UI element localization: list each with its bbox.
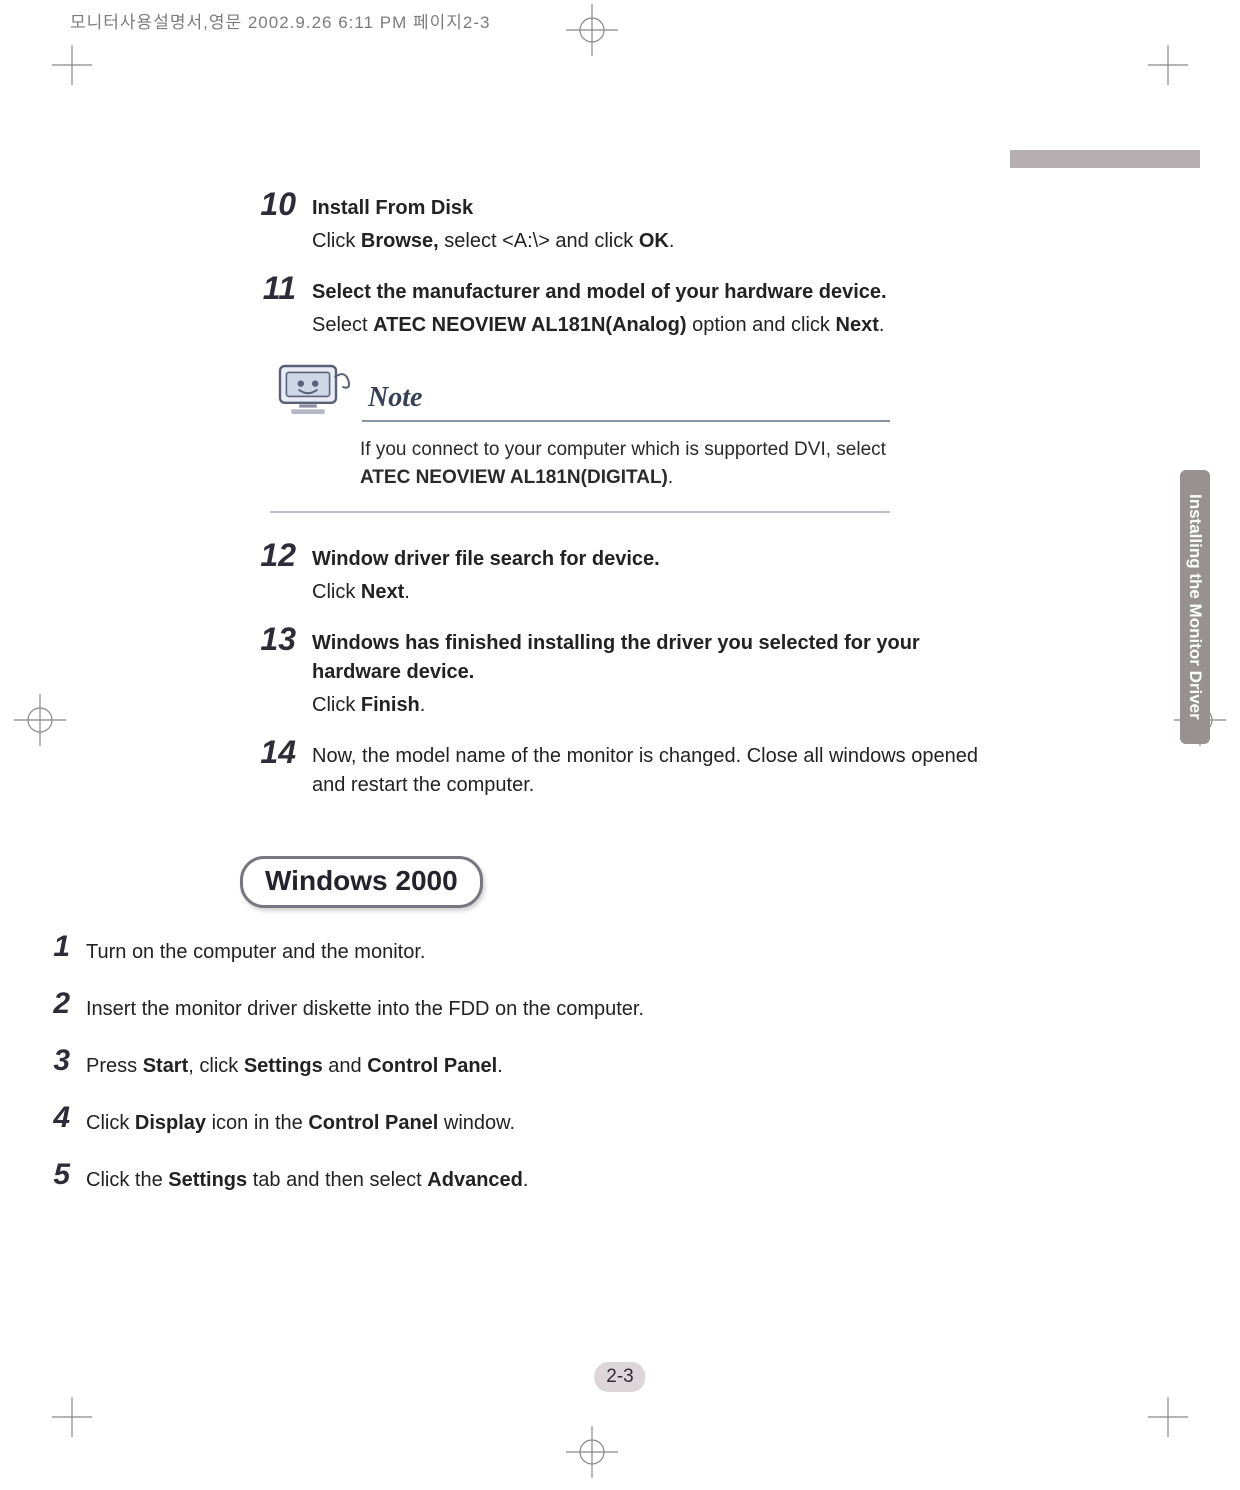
registration-mark-top — [562, 0, 622, 60]
step: 14Now, the model name of the monitor is … — [250, 738, 1010, 800]
step-number: 4 — [40, 1101, 70, 1135]
step-instruction: Insert the monitor driver diskette into … — [86, 995, 800, 1024]
step-number: 13 — [250, 621, 296, 658]
note-heading: Note — [368, 382, 422, 413]
section-heading: Windows 2000 — [240, 856, 483, 908]
step-instruction: Click the Settings tab and then select A… — [86, 1166, 800, 1195]
step-instruction: Press Start, click Settings and Control … — [86, 1052, 800, 1081]
page-number: 2-3 — [594, 1362, 645, 1392]
crop-mark-br — [1148, 1397, 1188, 1437]
step: 12Window driver file search for device.C… — [250, 541, 1010, 607]
step-number: 11 — [250, 270, 296, 307]
step-instruction: Click Browse, select <A:\> and click OK. — [312, 227, 1010, 256]
step-body: Click the Settings tab and then select A… — [86, 1162, 800, 1195]
crop-mark-tr — [1148, 45, 1188, 85]
step-number: 10 — [250, 186, 296, 223]
step-number: 3 — [40, 1044, 70, 1078]
step-title: Install From Disk — [312, 194, 1010, 223]
step-number: 12 — [250, 537, 296, 574]
steps-group-b: 12Window driver file search for device.C… — [250, 541, 1010, 800]
step-instruction: Click Display icon in the Control Panel … — [86, 1109, 800, 1138]
steps-group-a: 10Install From DiskClick Browse, select … — [250, 190, 1010, 340]
step-number: 14 — [250, 734, 296, 771]
step-instruction: Turn on the computer and the monitor. — [86, 938, 800, 967]
step-instruction: Select ATEC NEOVIEW AL181N(Analog) optio… — [312, 311, 1010, 340]
step-body: Click Display icon in the Control Panel … — [86, 1105, 800, 1138]
step-instruction: Click Finish. — [312, 691, 1010, 720]
step: 11Select the manufacturer and model of y… — [250, 274, 1010, 340]
note-monitor-icon — [270, 358, 354, 422]
step-instruction: Click Next. — [312, 578, 1010, 607]
step-body: Install From Disk Click Browse, select <A… — [312, 190, 1010, 256]
step-number: 1 — [40, 930, 70, 964]
step-body: Now, the model name of the monitor is ch… — [312, 738, 1010, 800]
step-body: Press Start, click Settings and Control … — [86, 1048, 800, 1081]
step: 13Windows has finished installing the dr… — [250, 625, 1010, 720]
step-title: Select the manufacturer and model of you… — [312, 278, 1010, 307]
step-title: Window driver file search for device. — [312, 545, 1010, 574]
side-tab: Installing the Monitor Driver — [1180, 470, 1210, 744]
step: 4Click Display icon in the Control Panel… — [40, 1105, 800, 1138]
note-text: If you connect to your computer which is… — [360, 436, 890, 491]
step: 5Click the Settings tab and then select … — [40, 1162, 800, 1195]
step-instruction: Now, the model name of the monitor is ch… — [312, 742, 1010, 800]
step-number: 2 — [40, 987, 70, 1021]
step-body: Window driver file search for device. Cli… — [312, 541, 1010, 607]
step: 1Turn on the computer and the monitor. — [40, 934, 800, 967]
step-body: Select the manufacturer and model of you… — [312, 274, 1010, 340]
note-rule — [270, 511, 890, 513]
step-body: Windows has finished installing the driv… — [312, 625, 1010, 720]
steps-group-c: 1Turn on the computer and the monitor. 2I… — [40, 934, 800, 1195]
step: 3Press Start, click Settings and Control… — [40, 1048, 800, 1081]
step-number: 5 — [40, 1158, 70, 1192]
step-body: Turn on the computer and the monitor. — [86, 934, 800, 967]
step: 10Install From DiskClick Browse, select … — [250, 190, 1010, 256]
print-header: 모니터사용설명서,영문 2002.9.26 6:11 PM 페이지2-3 — [70, 8, 490, 33]
step: 2Insert the monitor driver diskette into… — [40, 991, 800, 1024]
step-title: Windows has finished installing the driv… — [312, 629, 1010, 687]
note-box: Note If you connect to your computer whi… — [270, 358, 890, 513]
step-body: Insert the monitor driver diskette into … — [86, 991, 800, 1024]
